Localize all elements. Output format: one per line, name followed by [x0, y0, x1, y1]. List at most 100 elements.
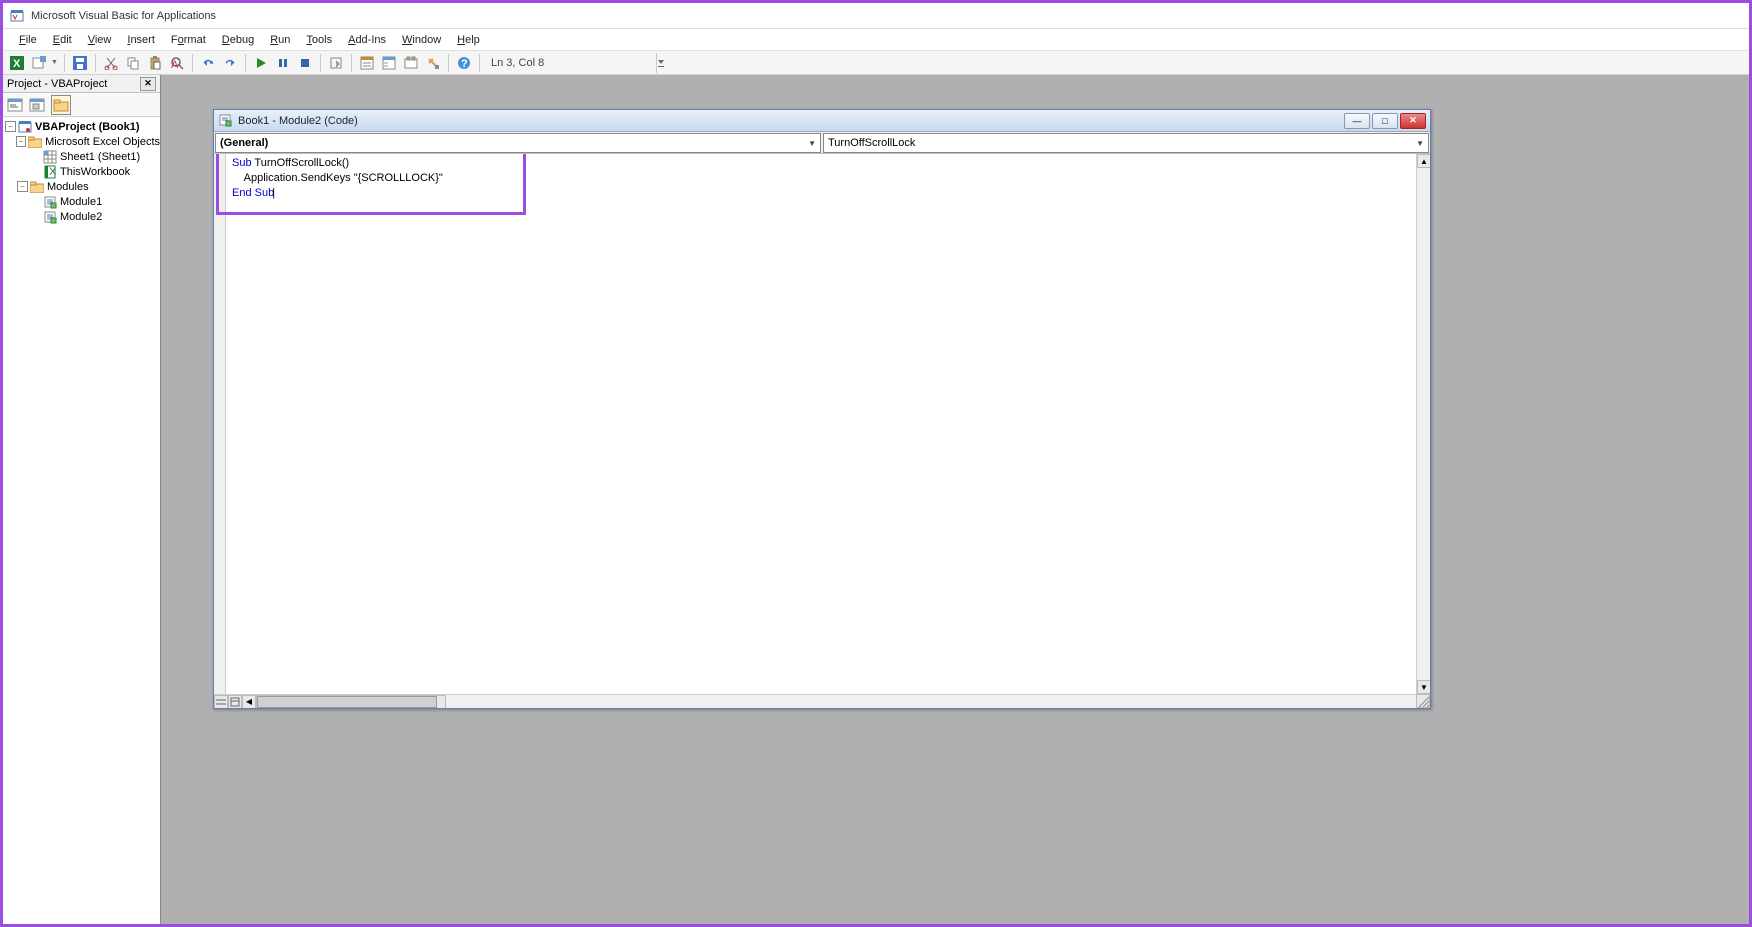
- resize-grip-icon[interactable]: [1416, 694, 1430, 708]
- code-window-titlebar[interactable]: Book1 - Module2 (Code) — □ ✕: [214, 110, 1430, 132]
- properties-window-icon[interactable]: [379, 53, 399, 73]
- toolbox-icon[interactable]: [423, 53, 443, 73]
- app-title: Microsoft Visual Basic for Applications: [31, 10, 216, 22]
- tree-sheet1-label: Sheet1 (Sheet1): [60, 151, 140, 163]
- tree-module1[interactable]: Module1: [3, 194, 160, 209]
- undo-icon[interactable]: [198, 53, 218, 73]
- tree-root[interactable]: − VBAProject (Book1): [3, 119, 160, 134]
- code-window-title: Book1 - Module2 (Code): [238, 115, 1344, 127]
- svg-text:A: A: [171, 59, 179, 70]
- toolbar: X ▼ A ? Ln 3, Col 8: [3, 51, 1749, 75]
- menu-run[interactable]: Run: [262, 32, 298, 48]
- vba-app-icon: [9, 8, 25, 24]
- scroll-thumb[interactable]: [257, 696, 437, 708]
- cursor-position-status: Ln 3, Col 8: [491, 57, 544, 69]
- view-code-icon[interactable]: [5, 95, 25, 115]
- toolbar-overflow-icon[interactable]: [656, 53, 664, 73]
- code-text: TurnOffScrollLock(): [252, 157, 350, 169]
- chevron-down-icon: ▼: [1416, 139, 1424, 148]
- module-icon: [43, 195, 57, 209]
- scroll-thumb-track[interactable]: [256, 695, 446, 709]
- menu-help[interactable]: Help: [449, 32, 488, 48]
- procedure-dropdown[interactable]: TurnOffScrollLock ▼: [823, 133, 1429, 153]
- tree-modules[interactable]: − Modules: [3, 179, 160, 194]
- scroll-left-icon[interactable]: ◀: [242, 695, 256, 709]
- svg-text:X: X: [49, 166, 57, 178]
- menu-debug[interactable]: Debug: [214, 32, 262, 48]
- code-dropdowns: (General) ▼ TurnOffScrollLock ▼: [214, 132, 1430, 154]
- folder-icon: [28, 135, 42, 149]
- menu-file[interactable]: File: [11, 32, 45, 48]
- collapse-icon[interactable]: −: [5, 121, 16, 132]
- copy-icon[interactable]: [123, 53, 143, 73]
- tree-thisworkbook-label: ThisWorkbook: [60, 166, 130, 178]
- tree-excel-objects-label: Microsoft Excel Objects: [45, 136, 160, 148]
- module-window-icon: [218, 113, 234, 129]
- menu-window[interactable]: Window: [394, 32, 449, 48]
- design-mode-icon[interactable]: [326, 53, 346, 73]
- procedure-dropdown-value: TurnOffScrollLock: [828, 137, 915, 149]
- tree-module2-label: Module2: [60, 211, 102, 223]
- menu-edit[interactable]: Edit: [45, 32, 80, 48]
- close-button[interactable]: ✕: [1400, 113, 1426, 129]
- vertical-scrollbar[interactable]: ▲ ▼: [1416, 154, 1430, 694]
- menubar: File Edit View Insert Format Debug Run T…: [3, 29, 1749, 51]
- code-string: "{SCROLLLOCK}": [354, 172, 443, 184]
- project-pane-toolbar: [3, 93, 160, 117]
- help-icon[interactable]: ?: [454, 53, 474, 73]
- paste-icon[interactable]: [145, 53, 165, 73]
- scroll-up-icon[interactable]: ▲: [1417, 154, 1430, 168]
- save-icon[interactable]: [70, 53, 90, 73]
- tree-root-label: VBAProject (Book1): [35, 121, 140, 133]
- mdi-workspace: Book1 - Module2 (Code) — □ ✕ (General) ▼…: [161, 75, 1749, 924]
- project-pane-title: Project - VBAProject: [7, 78, 107, 90]
- run-icon[interactable]: [251, 53, 271, 73]
- break-icon[interactable]: [273, 53, 293, 73]
- menu-addins[interactable]: Add-Ins: [340, 32, 394, 48]
- tree-excel-objects[interactable]: − Microsoft Excel Objects: [3, 134, 160, 149]
- menu-view[interactable]: View: [80, 32, 120, 48]
- module-icon: [43, 210, 57, 224]
- code-window: Book1 - Module2 (Code) — □ ✕ (General) ▼…: [213, 109, 1431, 709]
- tree-sheet1[interactable]: Sheet1 (Sheet1): [3, 149, 160, 164]
- scroll-down-icon[interactable]: ▼: [1417, 680, 1430, 694]
- tree-modules-label: Modules: [47, 181, 89, 193]
- object-dropdown[interactable]: (General) ▼: [215, 133, 821, 153]
- reset-icon[interactable]: [295, 53, 315, 73]
- code-keyword: End Sub: [232, 187, 275, 199]
- collapse-icon[interactable]: −: [17, 181, 28, 192]
- menu-insert[interactable]: Insert: [119, 32, 163, 48]
- object-dropdown-value: (General): [220, 137, 268, 149]
- object-browser-icon[interactable]: [401, 53, 421, 73]
- horizontal-scrollbar[interactable]: ◀: [214, 694, 1430, 708]
- maximize-button[interactable]: □: [1372, 113, 1398, 129]
- project-pane-close-button[interactable]: ✕: [140, 77, 156, 91]
- full-module-view-icon[interactable]: [228, 695, 242, 709]
- procedure-view-icon[interactable]: [214, 695, 228, 709]
- view-object-icon[interactable]: [27, 95, 47, 115]
- tree-module2[interactable]: Module2: [3, 209, 160, 224]
- find-icon[interactable]: A: [167, 53, 187, 73]
- minimize-button[interactable]: —: [1344, 113, 1370, 129]
- folder-icon: [30, 180, 44, 194]
- menu-tools[interactable]: Tools: [298, 32, 340, 48]
- code-editor[interactable]: Sub TurnOffScrollLock() Application.Send…: [226, 154, 1416, 694]
- toggle-folders-icon[interactable]: [51, 95, 71, 115]
- tree-thisworkbook[interactable]: X ThisWorkbook: [3, 164, 160, 179]
- project-tree: − VBAProject (Book1) − Microsoft Excel O…: [3, 117, 160, 924]
- code-text: Application.SendKeys: [232, 172, 354, 184]
- cut-icon[interactable]: [101, 53, 121, 73]
- project-explorer-icon[interactable]: [357, 53, 377, 73]
- project-explorer-pane: Project - VBAProject ✕ − VBAProject (Boo…: [3, 75, 161, 924]
- code-keyword: Sub: [232, 157, 252, 169]
- code-margin: [214, 154, 226, 694]
- chevron-down-icon: ▼: [808, 139, 816, 148]
- app-titlebar: Microsoft Visual Basic for Applications: [3, 3, 1749, 29]
- insert-module-icon[interactable]: [29, 53, 49, 73]
- collapse-icon[interactable]: −: [16, 136, 26, 147]
- view-excel-icon[interactable]: X: [7, 53, 27, 73]
- redo-icon[interactable]: [220, 53, 240, 73]
- main-area: Project - VBAProject ✕ − VBAProject (Boo…: [3, 75, 1749, 924]
- svg-text:?: ?: [461, 58, 468, 70]
- menu-format[interactable]: Format: [163, 32, 214, 48]
